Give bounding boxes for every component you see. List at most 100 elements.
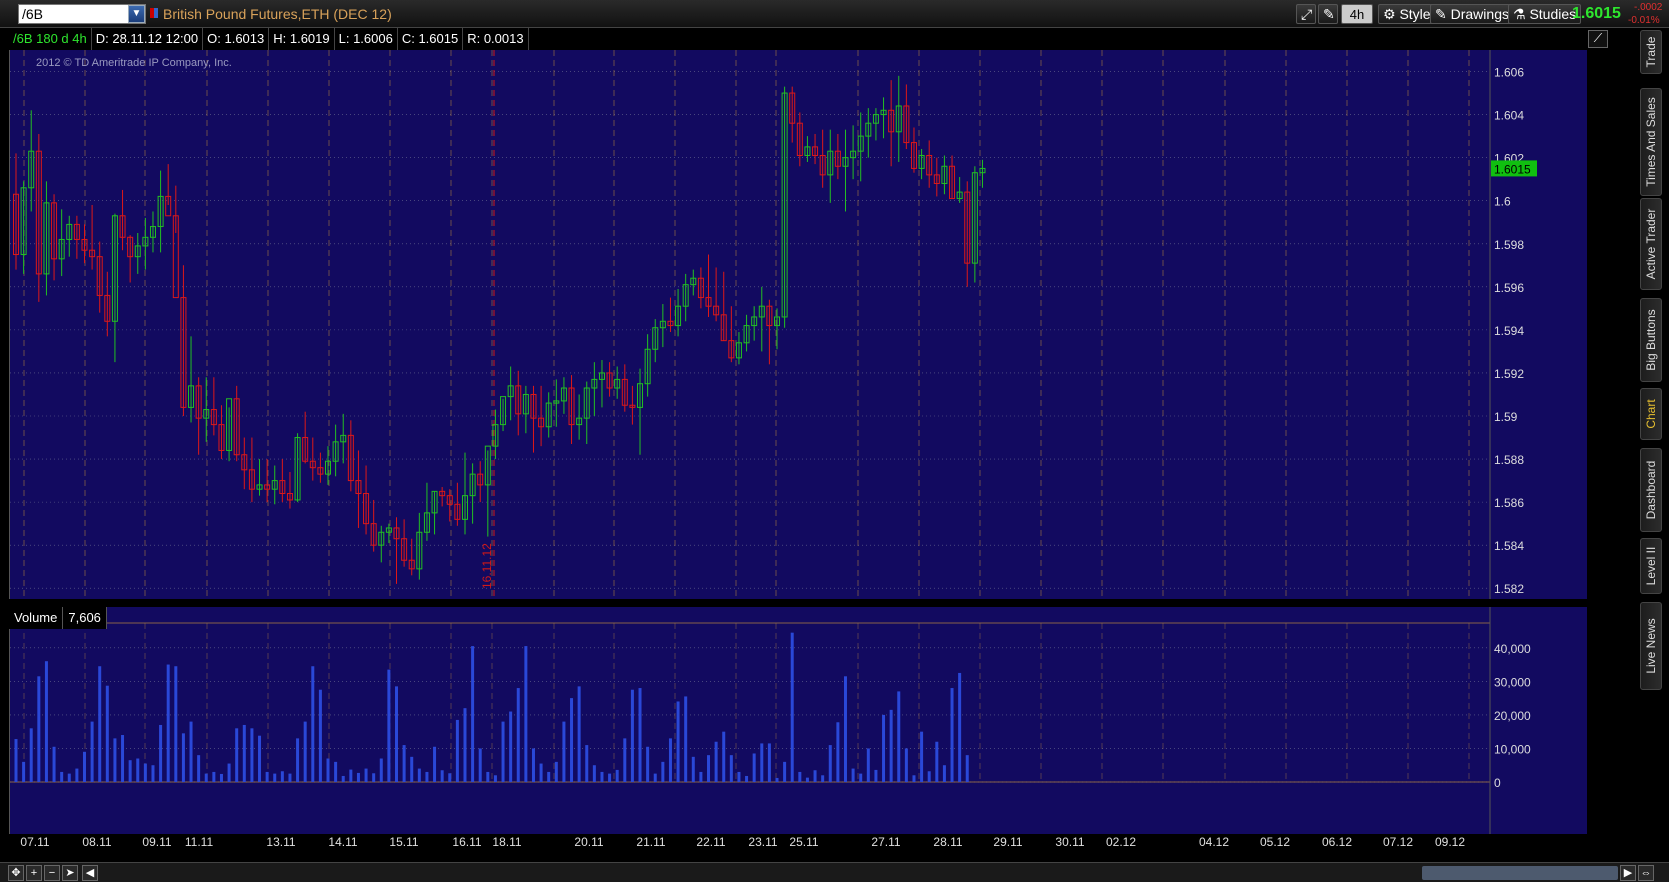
tab-dashboard[interactable]: Dashboard	[1640, 448, 1662, 532]
candle	[226, 398, 233, 462]
volume-bar	[562, 721, 566, 782]
candle	[264, 459, 271, 503]
info-close: C: 1.6015	[397, 28, 464, 50]
tab-times-and-sales[interactable]: Times And Sales	[1640, 88, 1662, 196]
candle	[51, 194, 58, 281]
date-tick-label: 08.11	[82, 835, 111, 849]
volume-bar	[486, 771, 490, 782]
scrollbar-thumb[interactable]	[1422, 866, 1618, 880]
chart-mode-icon[interactable]: ⟋	[1588, 30, 1608, 48]
wrench-icon[interactable]: ✎	[1318, 4, 1338, 24]
price-tick-label: 1.598	[1494, 238, 1524, 252]
price-chart[interactable]: 1.6061.6041.6021.61.5981.5961.5941.5921.…	[10, 50, 1588, 599]
aggregation-button[interactable]: 4h	[1341, 4, 1373, 24]
volume-tick-label: 10,000	[1494, 742, 1531, 756]
candle	[203, 377, 210, 442]
candle	[728, 306, 735, 363]
pane-divider[interactable]	[9, 599, 1587, 607]
price-tick-label: 1.584	[1494, 539, 1524, 553]
candle	[439, 487, 446, 507]
info-high: H: 1.6019	[269, 28, 335, 50]
candle	[842, 129, 849, 212]
expand-chart-icon[interactable]: ⇔	[1638, 865, 1654, 881]
volume-bar	[615, 769, 619, 782]
volume-chart[interactable]: 40,000 30,000 20,000 10,000 0	[10, 607, 1588, 834]
candle	[149, 211, 156, 253]
scroll-right-icon[interactable]: ▶	[1620, 865, 1636, 881]
scroll-left-icon[interactable]: ◀	[82, 865, 98, 881]
date-tick-label: 15.11	[389, 835, 418, 849]
volume-bar	[729, 755, 733, 782]
last-price: 1.6015	[1572, 5, 1621, 22]
candle	[598, 360, 605, 408]
volume-bar	[197, 755, 201, 782]
price-tick-label: 1.59	[1494, 410, 1518, 424]
volume-bar	[623, 738, 627, 782]
style-button[interactable]: ⚙ Style	[1378, 4, 1436, 24]
pan-icon[interactable]: ✥	[8, 865, 24, 881]
cursor-icon[interactable]: ➤	[62, 865, 78, 881]
date-tick-label: 02.12	[1106, 835, 1136, 849]
candle	[956, 177, 963, 203]
volume-bar	[29, 728, 33, 782]
volume-bar	[455, 719, 459, 782]
volume-pane[interactable]: 40,000 30,000 20,000 10,000 0	[9, 607, 1587, 834]
volume-bar	[707, 755, 711, 782]
tab-level-ii[interactable]: Level II	[1640, 538, 1662, 594]
candle	[477, 461, 484, 503]
volume-bar	[958, 672, 962, 782]
date-tick-label: 21.11	[636, 835, 665, 849]
candle	[134, 233, 141, 274]
date-tick-label: 28.11	[933, 835, 962, 849]
candle	[370, 499, 377, 552]
candle	[758, 286, 765, 352]
candle	[317, 452, 324, 483]
symbol-input[interactable]: /6B	[18, 4, 146, 24]
side-tabs: Trade Times And Sales Active Trader Big But…	[1631, 28, 1669, 868]
expand-icon[interactable]: ⤢	[1296, 4, 1316, 24]
candle	[880, 97, 887, 139]
volume-bar	[372, 773, 376, 782]
tab-label: Level II	[1644, 546, 1658, 586]
volume-label[interactable]: Volume	[9, 607, 64, 629]
tab-trade[interactable]: Trade	[1640, 30, 1662, 74]
candle	[812, 133, 819, 165]
zoom-out-icon[interactable]: −	[44, 865, 60, 881]
volume-bar	[965, 755, 969, 782]
tab-big-buttons[interactable]: Big Buttons	[1640, 298, 1662, 382]
tab-active-trader[interactable]: Active Trader	[1640, 198, 1662, 290]
date-tick-label: 04.12	[1199, 835, 1229, 849]
volume-bar	[326, 758, 330, 782]
volume-tick-label: 0	[1494, 776, 1501, 790]
tab-chart[interactable]: Chart	[1640, 388, 1662, 440]
studies-button[interactable]: ⚗ Studies	[1508, 4, 1582, 24]
style-label: Style	[1399, 6, 1431, 22]
volume-bar	[866, 748, 870, 782]
symbol-dropdown-button[interactable]: ▼	[128, 5, 145, 23]
date-tick-label: 06.12	[1322, 835, 1352, 849]
candle	[720, 271, 727, 342]
volume-bar	[387, 669, 391, 782]
volume-bar	[121, 735, 125, 782]
candle	[895, 75, 902, 162]
price-pane[interactable]: 1.606 1.604 1.602 1.6 1.598 1.596 1.594 1.592 1.…	[9, 50, 1587, 599]
date-tick-label: 29.11	[993, 835, 1022, 849]
date-tick-label: 30.11	[1055, 835, 1084, 849]
candle	[73, 215, 80, 259]
volume-bar	[760, 743, 764, 782]
volume-bar	[828, 745, 832, 782]
volume-bar	[927, 771, 931, 782]
volume-bar	[722, 731, 726, 782]
zoom-in-icon[interactable]: +	[26, 865, 42, 881]
study-label[interactable]: /6B 180 d 4h	[9, 28, 92, 50]
volume-bar	[509, 711, 513, 782]
info-range: R: 0.0013	[463, 28, 529, 50]
volume-bar	[44, 661, 48, 782]
tab-live-news[interactable]: Live News	[1640, 602, 1662, 690]
copyright-text: 2012 © TD Ameritrade IP Company, Inc.	[36, 57, 232, 69]
drawings-button[interactable]: ✎ Drawings	[1430, 4, 1514, 24]
volume-bar	[258, 735, 262, 782]
candle	[644, 334, 651, 397]
volume-bar	[882, 714, 886, 782]
volume-bar	[98, 666, 102, 782]
